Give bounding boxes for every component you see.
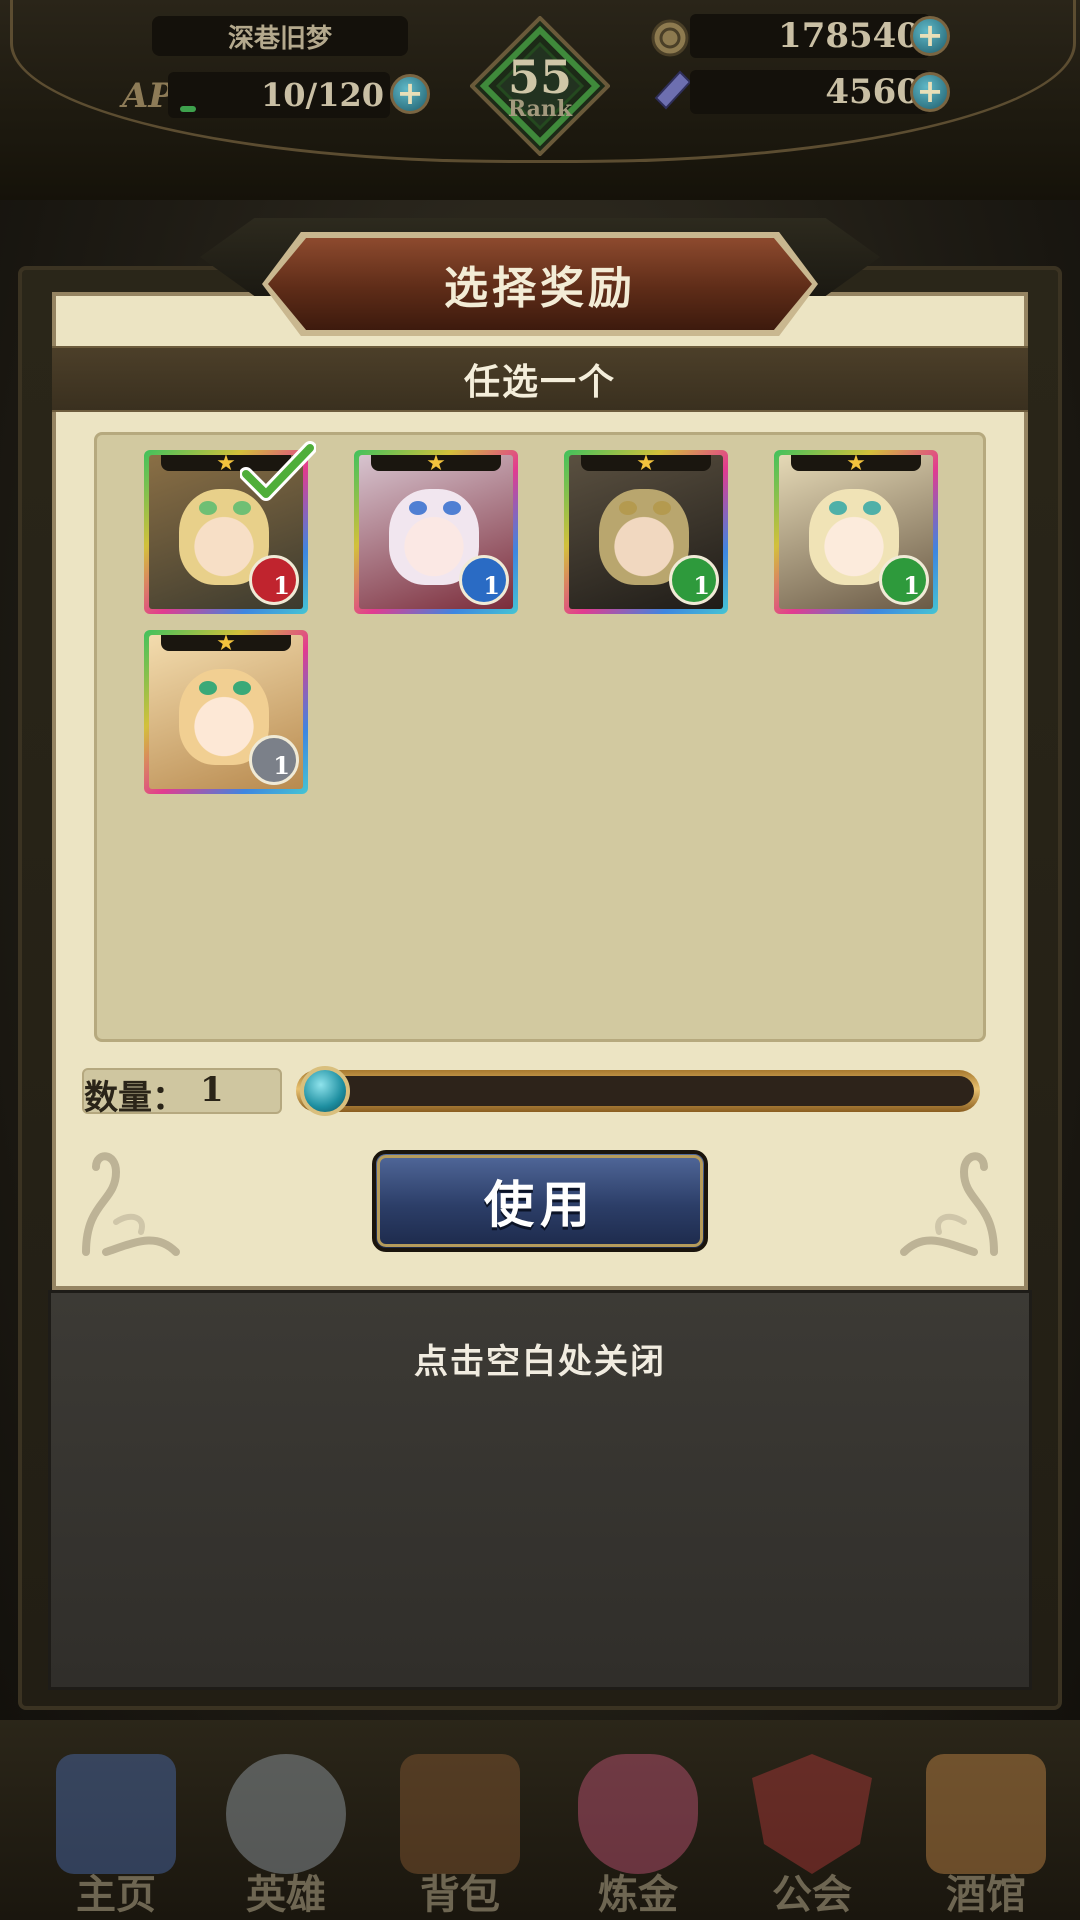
gem-amount: 4560 <box>825 72 920 112</box>
guild-shield-icon <box>752 1754 872 1874</box>
quantity-value: 1 <box>200 1070 224 1110</box>
nav-home[interactable]: 主页 <box>36 1740 196 1920</box>
hero-eye <box>409 501 427 515</box>
star-icon: ★ <box>426 455 446 476</box>
gold-amount: 178540 <box>778 16 920 56</box>
gem-bar: 4560 <box>690 70 930 114</box>
ap-label: AP <box>122 76 174 116</box>
ap-value: 10/120 <box>260 76 384 114</box>
nav-label: 英雄 <box>246 1872 326 1918</box>
add-gem-button[interactable]: + <box>910 72 950 112</box>
nav-label: 背包 <box>420 1872 500 1918</box>
star-icon: ★ <box>216 635 236 656</box>
card-star-bar: ★ <box>161 635 291 656</box>
potion-flask-icon <box>578 1754 698 1874</box>
dialog-title: 选择奖励 <box>444 263 636 314</box>
rank-label: Rank <box>507 96 573 122</box>
title-banner: 选择奖励 <box>268 238 812 330</box>
hero-eye <box>233 681 251 695</box>
quantity-slider[interactable] <box>296 1070 980 1112</box>
ap-bar: 10/120 <box>168 72 390 118</box>
hero-portrait: ★ 1 <box>149 635 303 789</box>
close-hint: 点击空白处关闭 <box>414 1342 666 1382</box>
hero-eye <box>619 501 637 515</box>
card-star-bar: ★ <box>581 455 711 476</box>
gold-coin-icon <box>651 19 689 57</box>
hero-eye <box>653 501 671 515</box>
hero-eye <box>199 681 217 695</box>
class-badge: 1 <box>249 735 299 785</box>
dialog-subtitle: 任选一个 <box>463 362 616 403</box>
hero-eye <box>443 501 461 515</box>
backpack-icon <box>400 1754 520 1874</box>
gold-bar: 178540 <box>690 14 930 58</box>
hero-eye <box>199 501 217 515</box>
hero-eye <box>829 501 847 515</box>
quantity-label: 数量： <box>84 1078 186 1118</box>
class-badge: 1 <box>249 555 299 605</box>
castle-icon <box>56 1754 176 1874</box>
reward-card[interactable]: ★ 1 <box>144 630 308 794</box>
subtitle-bar: 任选一个 <box>52 346 1028 412</box>
hero-portrait: ★ 1 <box>359 455 513 609</box>
card-star-bar: ★ <box>371 455 501 476</box>
slider-groove <box>302 1076 974 1106</box>
class-badge: 1 <box>879 555 929 605</box>
nav-tavern[interactable]: 酒馆 <box>906 1740 1066 1920</box>
hero-portrait: ★ 1 <box>779 455 933 609</box>
scroll-ornament-icon <box>900 1152 998 1256</box>
card-star-bar: ★ <box>791 455 921 476</box>
nav-label: 炼金 <box>598 1872 678 1918</box>
star-icon: ★ <box>846 455 866 476</box>
hero-portrait: ★ 1 <box>569 455 723 609</box>
nav-heroes[interactable]: 英雄 <box>206 1740 366 1920</box>
ap-fill <box>180 106 196 112</box>
nav-label: 酒馆 <box>946 1872 1026 1918</box>
scroll-ornament-icon <box>82 1152 180 1256</box>
use-button[interactable]: 使用 <box>372 1150 708 1252</box>
add-ap-button[interactable]: + <box>390 74 430 114</box>
use-button-label: 使用 <box>484 1176 596 1234</box>
reward-card[interactable]: ★ 1 <box>354 450 518 614</box>
selected-check-icon <box>240 441 316 501</box>
gem-icon <box>654 70 692 110</box>
nav-label: 公会 <box>772 1872 852 1918</box>
add-gold-button[interactable]: + <box>910 16 950 56</box>
hero-eye <box>863 501 881 515</box>
nav-alchemy[interactable]: 炼金 <box>558 1740 718 1920</box>
nav-guild[interactable]: 公会 <box>732 1740 892 1920</box>
player-name[interactable]: 深巷旧梦 <box>152 16 408 56</box>
nav-bag[interactable]: 背包 <box>380 1740 540 1920</box>
nav-label: 主页 <box>76 1872 156 1918</box>
reward-card[interactable]: ★ 1 <box>564 450 728 614</box>
slider-thumb[interactable] <box>300 1066 350 1116</box>
helmet-icon <box>226 1754 346 1874</box>
class-badge: 1 <box>669 555 719 605</box>
reward-card[interactable]: ★ 1 <box>774 450 938 614</box>
class-badge: 1 <box>459 555 509 605</box>
star-icon: ★ <box>636 455 656 476</box>
tavern-mug-icon <box>926 1754 1046 1874</box>
